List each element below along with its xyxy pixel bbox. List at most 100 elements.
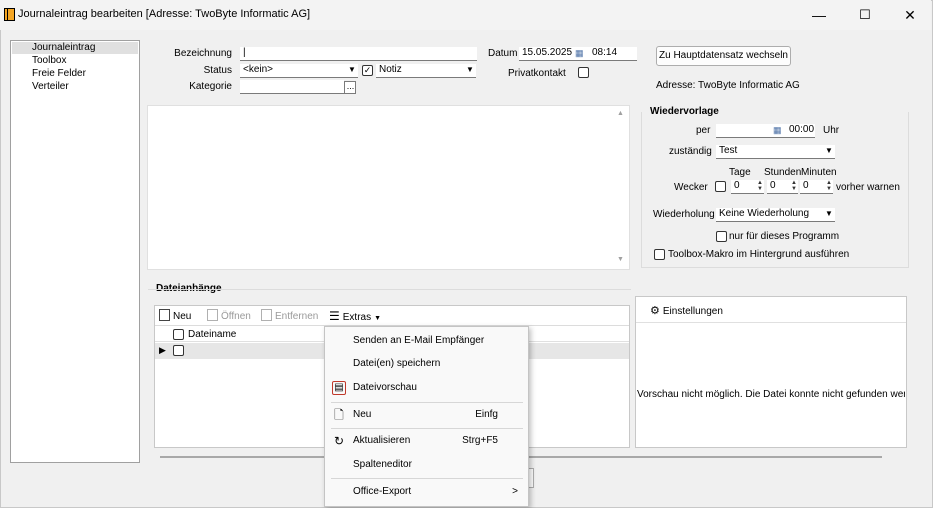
file-preview-icon: ▤	[332, 381, 346, 395]
menu-separator	[331, 478, 523, 479]
menu-item-shortcut: Einfg	[475, 409, 498, 420]
scroll-down-icon[interactable]: ▼	[617, 256, 624, 263]
minuten-label: Minuten	[801, 167, 837, 178]
stunden-label: Stunden	[764, 167, 802, 178]
per-date-input[interactable]: ▦ 00:00	[716, 124, 815, 138]
hamburger-menu-icon: ☰	[329, 309, 340, 323]
menu-item-aktualisieren[interactable]: ↻ Aktualisieren Strg+F5	[325, 430, 528, 452]
sidebar-item-freie-felder[interactable]: Freie Felder	[12, 68, 138, 80]
toolbar-extras-button[interactable]: ☰ Extras ▼	[329, 309, 381, 326]
notiz-value: Notiz	[379, 64, 402, 75]
datum-input[interactable]: 15.05.2025 ▦ 08:14	[519, 47, 637, 61]
bezeichnung-label: Bezeichnung	[174, 48, 232, 59]
menu-item-office-export[interactable]: Office-Export >	[325, 481, 528, 503]
open-file-icon	[207, 309, 218, 321]
notiz-checkbox[interactable]: ✓	[362, 65, 373, 76]
submenu-arrow-icon: >	[512, 486, 518, 497]
tage-stepper[interactable]: 0 ▲ ▼	[731, 180, 764, 194]
toolbar-entfernen-button[interactable]: Entfernen	[261, 309, 318, 324]
select-all-checkbox[interactable]	[173, 329, 184, 340]
scroll-up-icon[interactable]: ▲	[617, 110, 624, 117]
menu-item-label: Senden an E-Mail Empfänger	[353, 335, 485, 346]
attachments-toolbar: Neu Öffnen Entfernen ☰ Extras ▼	[155, 306, 629, 326]
wiedervorlage-title: Wiedervorlage	[650, 106, 719, 117]
toolbar-oeffnen-button[interactable]: Öffnen	[207, 309, 251, 324]
zustaendig-select[interactable]: Test ▼	[716, 145, 835, 159]
menu-item-dateien-speichern[interactable]: Datei(en) speichern	[325, 353, 528, 375]
kategorie-label: Kategorie	[189, 81, 232, 92]
status-select[interactable]: <kein> ▼	[240, 64, 358, 78]
nur-programm-label: nur für dieses Programm	[729, 231, 840, 242]
spin-arrows-icon[interactable]: ▲ ▼	[825, 180, 833, 192]
menu-item-label: Aktualisieren	[353, 435, 411, 446]
privatkontakt-label: Privatkontakt	[508, 68, 566, 79]
row-checkbox[interactable]	[173, 345, 184, 356]
toolbox-makro-label: Toolbox-Makro im Hintergrund ausführen	[668, 249, 850, 260]
dateianhaenge-divider	[148, 289, 631, 290]
toolbar-entfernen-label: Entfernen	[275, 311, 319, 322]
menu-item-neu[interactable]: 🗋 Neu Einfg	[325, 404, 528, 426]
chevron-down-icon: ▼	[466, 65, 474, 74]
caret-down-icon: ▼	[374, 315, 382, 322]
zustaendig-label: zuständig	[669, 146, 712, 157]
sidebar-item-toolbox[interactable]: Toolbox	[12, 55, 138, 67]
wiederholung-select[interactable]: Keine Wiederholung ▼	[716, 208, 835, 222]
sidebar-item-journaleintrag[interactable]: Journaleintrag	[12, 42, 138, 54]
menu-item-label: Neu	[353, 409, 372, 420]
nur-programm-checkbox[interactable]	[716, 231, 727, 242]
kategorie-browse-button[interactable]: ...	[344, 81, 356, 94]
menu-item-dateivorschau[interactable]: ▤ Dateivorschau	[325, 377, 528, 399]
spin-arrows-icon[interactable]: ▲ ▼	[756, 180, 764, 192]
per-time-value: 00:00	[789, 124, 815, 135]
calendar-icon[interactable]: ▦	[575, 47, 584, 59]
wiederholung-label: Wiederholung	[653, 209, 715, 220]
column-header-dateiname[interactable]: Dateiname	[188, 329, 236, 341]
chevron-down-icon: ▼	[825, 146, 833, 155]
privatkontakt-checkbox[interactable]	[578, 67, 589, 78]
notes-textarea[interactable]: ▲ ▼	[147, 105, 630, 270]
new-file-icon	[159, 309, 170, 321]
adresse-text: Adresse: TwoByte Informatic AG	[656, 80, 800, 91]
preview-message: Vorschau nicht möglich. Die Datei konnte…	[637, 389, 905, 400]
kategorie-input[interactable]	[240, 80, 344, 94]
wecker-checkbox[interactable]	[715, 181, 726, 192]
preview-panel: ⚙ Einstellungen Vorschau nicht möglich. D…	[635, 296, 907, 448]
notes-scrollbar[interactable]: ▲ ▼	[614, 106, 628, 269]
menu-item-spalteneditor[interactable]: Spalteneditor	[325, 454, 528, 476]
toolbar-extras-label: Extras	[342, 312, 372, 323]
stunden-stepper[interactable]: 0 ▲ ▼	[767, 180, 798, 194]
notiz-select[interactable]: Notiz ▼	[376, 64, 476, 78]
toolbox-makro-checkbox[interactable]	[654, 249, 665, 260]
gear-icon: ⚙	[650, 305, 660, 317]
menu-item-senden-email[interactable]: Senden an E-Mail Empfänger	[325, 330, 528, 352]
menu-item-label: Spalteneditor	[353, 459, 412, 470]
title-bar: Journaleintrag bearbeiten [Adresse: TwoB…	[0, 0, 931, 30]
tage-label: Tage	[729, 167, 751, 178]
sidebar-item-verteiler[interactable]: Verteiler	[12, 81, 138, 93]
stunden-value: 0	[770, 180, 776, 191]
maximize-button[interactable]: ☐	[842, 0, 888, 30]
chevron-down-icon: ▼	[348, 65, 356, 74]
calendar-icon[interactable]: ▦	[773, 124, 782, 136]
row-indicator-icon: ▶	[159, 345, 166, 355]
toolbar-neu-button[interactable]: Neu	[159, 309, 191, 324]
sidebar-nav: Journaleintrag Toolbox Freie Felder Vert…	[10, 40, 140, 463]
menu-separator	[331, 428, 523, 429]
bezeichnung-input[interactable]: |	[240, 47, 477, 61]
minimize-button[interactable]: —	[796, 0, 842, 30]
datum-label: Datum	[488, 48, 518, 59]
spin-arrows-icon[interactable]: ▲ ▼	[790, 180, 798, 192]
hauptdatensatz-button[interactable]: Zu Hauptdatensatz wechseln	[656, 46, 791, 66]
menu-item-label: Datei(en) speichern	[353, 358, 441, 369]
uhr-label: Uhr	[823, 125, 840, 136]
einstellungen-button[interactable]: ⚙ Einstellungen	[650, 305, 723, 318]
minuten-stepper[interactable]: 0 ▲ ▼	[800, 180, 833, 194]
einstellungen-label: Einstellungen	[662, 306, 723, 317]
datum-value: 15.05.2025	[522, 47, 573, 58]
minuten-value: 0	[803, 180, 809, 191]
menu-item-label: Dateivorschau	[353, 382, 417, 393]
preview-divider	[636, 322, 906, 323]
menu-item-shortcut: Strg+F5	[462, 435, 498, 446]
close-button[interactable]: ✕	[887, 0, 933, 30]
remove-file-icon	[261, 309, 272, 321]
